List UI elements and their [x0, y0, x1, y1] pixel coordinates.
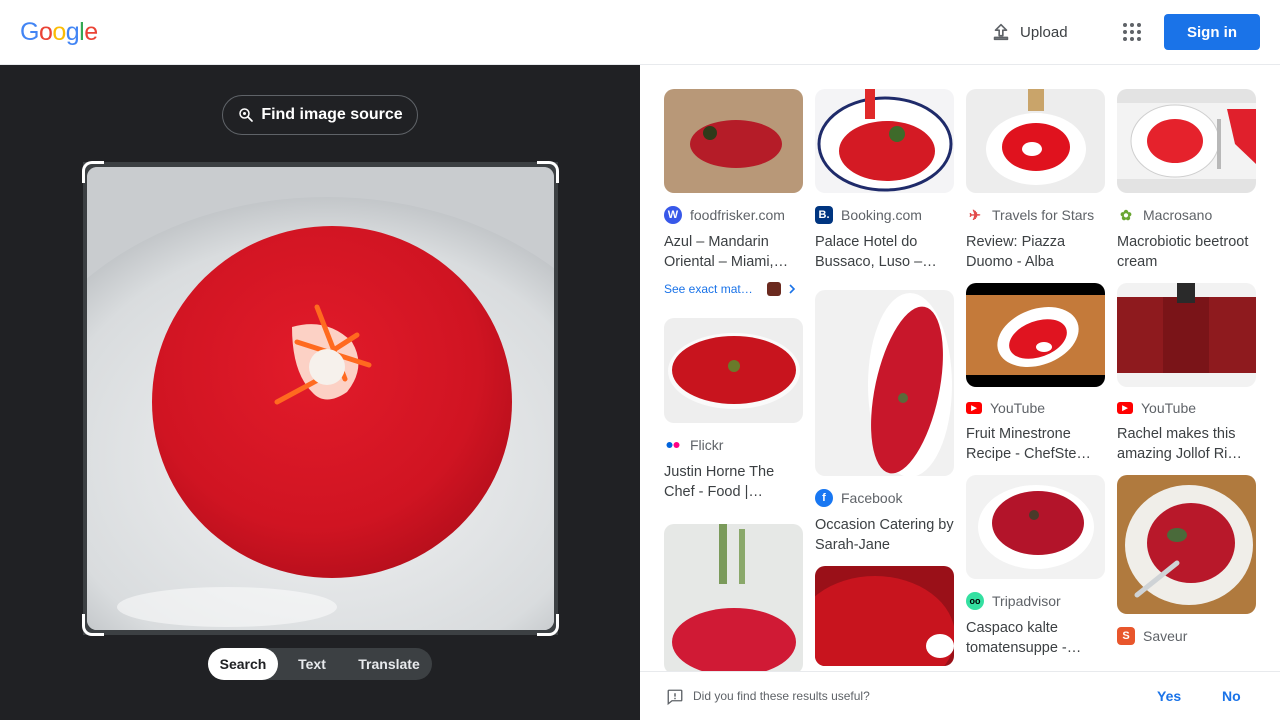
chevron-right-icon — [789, 284, 795, 294]
sign-in-button[interactable]: Sign in — [1164, 14, 1260, 50]
result-source: S Saveur — [1117, 627, 1256, 645]
tab-translate[interactable]: Translate — [346, 648, 432, 680]
result-card[interactable] — [664, 524, 803, 674]
result-card[interactable] — [815, 566, 954, 666]
visual-matches: W foodfrisker.com Azul – Mandarin Orient… — [640, 65, 1280, 720]
crop-handle-bottom-right[interactable] — [537, 614, 559, 636]
result-card[interactable]: W foodfrisker.com Azul – Mandarin Orient… — [664, 89, 803, 296]
crop-handle-top-right[interactable] — [537, 161, 559, 183]
feedback-question: Did you find these results useful? — [693, 689, 870, 703]
see-exact-matches-link[interactable]: See exact mat… — [664, 282, 803, 296]
youtube-icon: ▶ — [1117, 402, 1133, 414]
result-source: f Facebook — [815, 489, 954, 507]
result-thumbnail[interactable] — [815, 290, 954, 476]
result-thumbnail[interactable] — [664, 318, 803, 423]
header: Google Upload Sign in — [0, 0, 1280, 65]
feedback-bar: Did you find these results useful? Yes N… — [640, 671, 1280, 720]
feedback-icon — [667, 689, 683, 706]
tripadvisor-icon: oo — [966, 592, 984, 610]
result-thumbnail[interactable] — [966, 89, 1105, 193]
result-title[interactable]: Palace Hotel do Bussaco, Luso –… — [815, 232, 954, 272]
result-title[interactable]: Justin Horne The Chef - Food |… — [664, 462, 803, 502]
result-card[interactable]: Flickr Justin Horne The Chef - Food |… — [664, 318, 803, 502]
result-title[interactable]: Occasion Catering by Sarah-Jane — [815, 515, 954, 555]
booking-icon: B. — [815, 206, 833, 224]
result-source: ✿ Macrosano — [1117, 206, 1256, 224]
result-source: B. Booking.com — [815, 206, 954, 224]
flickr-icon — [664, 436, 682, 454]
result-card[interactable]: ✿ Macrosano Macrobiotic beetroot cream — [1117, 89, 1256, 272]
google-apps-icon[interactable] — [1118, 18, 1146, 46]
query-image — [87, 167, 554, 630]
result-thumbnail[interactable] — [664, 89, 803, 193]
logo-letter: G — [20, 18, 39, 46]
result-thumbnail[interactable] — [815, 89, 954, 193]
find-image-source-label: Find image source — [261, 106, 403, 123]
upload-label: Upload — [1020, 23, 1068, 41]
tab-text[interactable]: Text — [278, 648, 346, 680]
result-source: oo Tripadvisor — [966, 592, 1105, 610]
feedback-yes-button[interactable]: Yes — [1157, 688, 1181, 704]
lens-search-icon — [239, 108, 254, 122]
saveur-icon: S — [1117, 627, 1135, 645]
result-source: ▶ YouTube — [1117, 400, 1256, 416]
result-card[interactable]: B. Booking.com Palace Hotel do Bussaco, … — [815, 89, 954, 272]
find-image-source-button[interactable]: Find image source — [222, 95, 418, 135]
tab-search[interactable]: Search — [208, 648, 278, 680]
youtube-icon: ▶ — [966, 402, 982, 414]
exact-match-thumbnail — [766, 282, 781, 296]
result-title[interactable]: Fruit Minestrone Recipe - ChefSte… — [966, 424, 1105, 464]
upload-button[interactable]: Upload — [990, 17, 1068, 47]
crop-handle-bottom-left[interactable] — [82, 614, 104, 636]
logo-letter: o — [52, 18, 66, 46]
leaf-icon: ✿ — [1120, 206, 1132, 223]
crop-area[interactable] — [82, 161, 559, 636]
result-thumbnail[interactable] — [1117, 89, 1256, 193]
result-card[interactable]: oo Tripadvisor Caspaco kalte tomatensupp… — [966, 475, 1105, 658]
lens-panel: Find image source Search Text Translate — [0, 65, 640, 720]
logo-letter: o — [38, 18, 53, 46]
google-logo[interactable]: Google — [20, 18, 98, 47]
results-column-4: ✿ Macrosano Macrobiotic beetroot cream ▶… — [1117, 89, 1256, 645]
logo-letter: e — [84, 18, 98, 46]
result-title[interactable]: Rachel makes this amazing Jollof Ri… — [1117, 424, 1256, 464]
result-source: Flickr — [664, 436, 803, 454]
crop-handle-top-left[interactable] — [82, 161, 104, 183]
facebook-icon: f — [815, 489, 833, 507]
upload-icon — [993, 23, 1009, 41]
logo-letter: g — [65, 18, 80, 46]
result-thumbnail[interactable] — [966, 283, 1105, 387]
result-card[interactable]: ✈ Travels for Stars Review: Piazza Duomo… — [966, 89, 1105, 272]
result-thumbnail[interactable] — [815, 566, 954, 666]
results-column-3: ✈ Travels for Stars Review: Piazza Duomo… — [966, 89, 1105, 658]
result-card[interactable]: ▶ YouTube Fruit Minestrone Recipe - Chef… — [966, 283, 1105, 464]
lens-mode-switcher: Search Text Translate — [208, 648, 432, 680]
result-source: W foodfrisker.com — [664, 206, 803, 224]
result-title[interactable]: Azul – Mandarin Oriental – Miami,… — [664, 232, 803, 272]
wordpress-icon: W — [664, 206, 682, 224]
result-thumbnail[interactable] — [1117, 475, 1256, 614]
result-thumbnail[interactable] — [966, 475, 1105, 579]
plane-icon: ✈ — [969, 206, 981, 223]
result-title[interactable]: Macrobiotic beetroot cream — [1117, 232, 1256, 272]
result-card[interactable]: S Saveur — [1117, 475, 1256, 645]
result-card[interactable]: ▶ YouTube Rachel makes this amazing Joll… — [1117, 283, 1256, 464]
result-title[interactable]: Caspaco kalte tomatensuppe -… — [966, 618, 1105, 658]
results-column-2: B. Booking.com Palace Hotel do Bussaco, … — [815, 89, 954, 666]
results-column-1: W foodfrisker.com Azul – Mandarin Orient… — [664, 89, 803, 674]
result-source: ▶ YouTube — [966, 400, 1105, 416]
result-thumbnail[interactable] — [1117, 283, 1256, 387]
result-source: ✈ Travels for Stars — [966, 206, 1105, 224]
feedback-no-button[interactable]: No — [1222, 688, 1241, 704]
result-thumbnail[interactable] — [664, 524, 803, 674]
result-title[interactable]: Review: Piazza Duomo - Alba — [966, 232, 1105, 272]
result-card[interactable]: f Facebook Occasion Catering by Sarah-Ja… — [815, 290, 954, 555]
